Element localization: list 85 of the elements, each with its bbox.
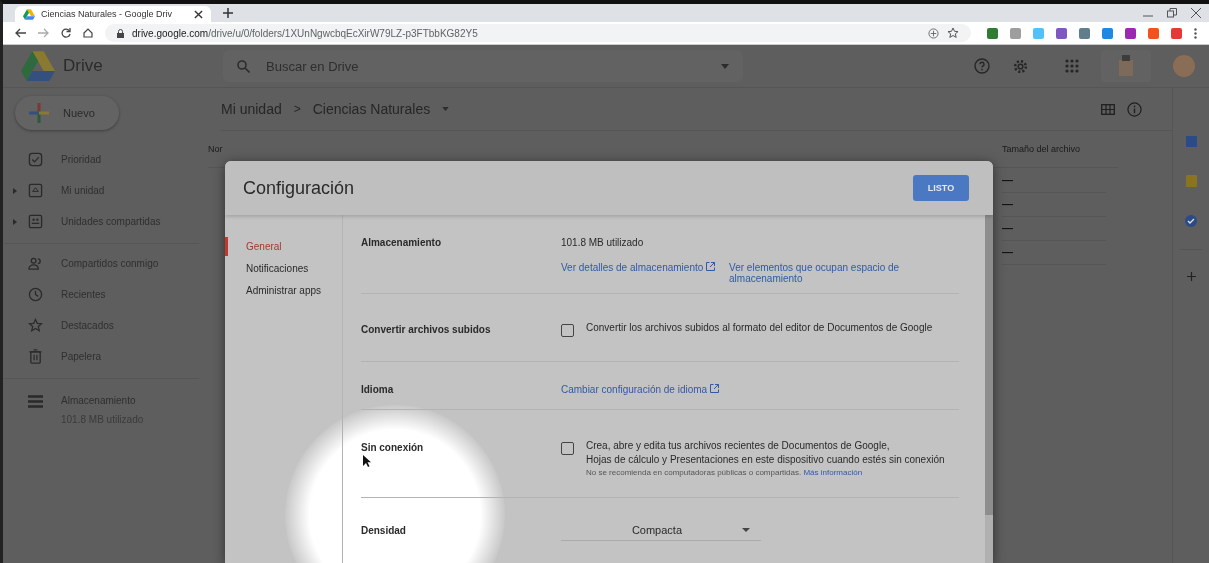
settings-nav-item[interactable]: Administrar apps <box>225 281 342 300</box>
checkbox-label: Crea, abre y edita tus archivos recientes de Documentos de Google, <box>585 440 891 451</box>
checkbox-label: Convertir los archivos subidos al formato del editor de Documentos de Google <box>585 322 933 333</box>
organization-logo-icon <box>1117 54 1135 78</box>
lock-icon <box>117 28 124 38</box>
more-info-link[interactable]: Más información <box>803 468 863 477</box>
column-header[interactable]: Nor <box>208 144 1002 154</box>
setting-label: Convertir archivos subidos <box>360 323 492 335</box>
storage-usage: 101.8 MB utilizado <box>560 237 644 248</box>
caret-icon[interactable] <box>13 187 17 194</box>
help-icon[interactable] <box>974 58 990 74</box>
address-bar[interactable]: drive.google.com/drive/u/0/folders/1XUnNgwcbqEcXirW79LZ-p3FTbbKG82Y5 <box>105 24 971 42</box>
setting-label: Almacenamiento <box>360 237 442 250</box>
column-header[interactable]: Tamaño del archivo <box>1002 144 1112 154</box>
table-cell: — <box>1002 167 1106 193</box>
extension-icon[interactable] <box>1102 27 1113 39</box>
breadcrumb-separator: > <box>293 102 301 116</box>
new-button[interactable]: Nuevo <box>15 96 119 130</box>
done-button[interactable]: LISTO <box>913 175 969 201</box>
apps-icon[interactable] <box>1065 59 1079 73</box>
extension-icon[interactable] <box>1148 27 1159 39</box>
star-icon <box>28 318 43 333</box>
drive-icon <box>28 183 43 198</box>
add-icon[interactable] <box>1186 272 1196 281</box>
extension-icon[interactable] <box>1125 27 1136 39</box>
close-icon[interactable] <box>194 9 203 19</box>
close-icon[interactable] <box>1191 8 1201 18</box>
settings-icon[interactable] <box>1012 57 1029 75</box>
browser-tab[interactable]: Ciencias Naturales - Google Driv <box>15 6 211 22</box>
drive-logo-icon <box>23 8 35 20</box>
external-link-icon <box>709 384 719 393</box>
storage-details-link[interactable]: Ver detalles de almacenamiento <box>560 262 716 284</box>
search-icon <box>237 59 250 73</box>
storage-items-link[interactable]: Ver elementos que ocupan espacio de almacenamiento <box>729 262 960 284</box>
menu-icon[interactable] <box>1194 27 1197 39</box>
table-cell: — <box>1002 215 1106 241</box>
back-icon[interactable] <box>15 28 26 38</box>
dropdown-icon[interactable] <box>442 107 450 111</box>
extension-icon[interactable] <box>987 27 998 39</box>
people-icon <box>28 256 43 271</box>
reload-icon[interactable] <box>61 28 71 38</box>
dropdown-icon[interactable] <box>721 63 729 69</box>
table-cell: — <box>1002 239 1106 265</box>
url-text: drive.google.com/drive/u/0/folders/1XUnNgwcbqEcXirW79LZ-p3FTbbKG82Y5 <box>132 27 478 39</box>
extension-icon[interactable] <box>1171 27 1182 39</box>
tasks-icon[interactable] <box>1185 215 1197 227</box>
setting-label: Idioma <box>360 384 395 395</box>
extension-icon[interactable] <box>1079 27 1090 39</box>
settings-nav-item[interactable]: Notificaciones <box>225 259 342 278</box>
tab-title: Ciencias Naturales - Google Driv <box>41 9 174 19</box>
table-cell: — <box>1002 191 1106 217</box>
language-settings-link[interactable]: Cambiar configuración de idioma <box>560 384 719 395</box>
extension-icon[interactable] <box>1010 27 1021 39</box>
settings-nav-item[interactable]: General <box>225 237 342 256</box>
add-icon[interactable] <box>928 27 939 39</box>
info-icon[interactable] <box>1127 101 1142 117</box>
breadcrumb-item[interactable]: Mi unidad <box>221 101 282 117</box>
extension-icon[interactable] <box>1056 27 1067 39</box>
shared-icon <box>28 214 43 229</box>
grid-view-icon[interactable] <box>1101 103 1115 115</box>
checkbox[interactable] <box>560 442 574 455</box>
restore-icon[interactable] <box>1167 8 1177 18</box>
trash-icon <box>28 349 43 364</box>
setting-label: Densidad <box>360 525 407 536</box>
check-icon <box>28 152 43 167</box>
forward-icon[interactable] <box>38 28 49 38</box>
note-text: No se recomienda en computadoras públicas o compartidas. <box>585 468 802 477</box>
breadcrumb-item[interactable]: Ciencias Naturales <box>312 101 431 117</box>
drive-logo-icon <box>21 51 55 81</box>
caret-icon[interactable] <box>13 218 17 225</box>
star-icon[interactable] <box>947 27 959 39</box>
storage-icon <box>28 395 43 408</box>
checkbox-label: Hojas de cálculo y Presentaciones en este dispositivo cuando estés sin conexión <box>585 454 945 465</box>
plus-icon <box>29 103 49 123</box>
clock-icon <box>28 287 43 302</box>
scrollbar-thumb[interactable] <box>985 215 993 515</box>
checkbox[interactable] <box>560 324 574 337</box>
density-dropdown[interactable]: Compacta <box>560 520 761 541</box>
external-link-icon <box>706 262 716 271</box>
setting-label: Sin conexión <box>360 441 425 453</box>
cursor-icon <box>363 455 371 467</box>
home-icon[interactable] <box>83 28 93 38</box>
dialog-title: Configuración <box>243 177 355 199</box>
new-tab-icon[interactable] <box>223 8 233 18</box>
dropdown-icon <box>742 528 751 532</box>
